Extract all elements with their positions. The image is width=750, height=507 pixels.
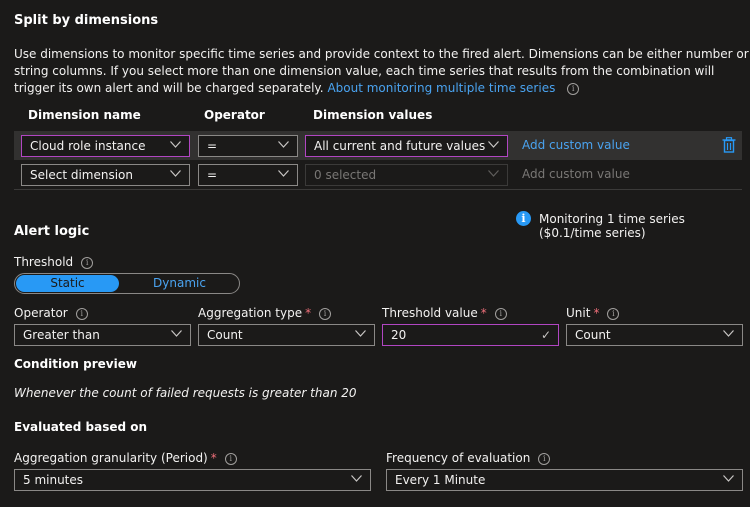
aggregation-type-label: Aggregation type * i — [198, 306, 332, 320]
dimension-values-value-2: 0 selected — [314, 168, 377, 182]
evaluated-title: Evaluated based on — [14, 420, 148, 434]
dimension-name-dropdown[interactable]: Cloud role instance — [21, 135, 190, 157]
alert-logic-title: Alert logic — [14, 224, 90, 239]
col-operator: Operator — [204, 108, 265, 122]
dynamic-option[interactable]: Dynamic — [121, 275, 238, 292]
aggregation-label-text: Aggregation type — [198, 306, 303, 320]
chevron-down-icon — [278, 170, 289, 177]
operator-dropdown-2[interactable]: = — [198, 164, 298, 186]
required-mark: * — [305, 306, 312, 320]
chevron-down-icon — [278, 141, 289, 148]
threshold-value-label-text: Threshold value — [382, 306, 478, 320]
info-icon[interactable]: i — [607, 307, 620, 320]
frequency-label-text: Frequency of evaluation — [386, 451, 531, 465]
info-icon[interactable]: i — [538, 452, 551, 465]
select-dimension-dropdown[interactable]: Select dimension — [21, 164, 190, 186]
operator-select-value: Greater than — [23, 328, 100, 342]
dimension-name-value: Cloud role instance — [30, 139, 146, 153]
unit-value: Count — [575, 328, 611, 342]
col-dimension-values: Dimension values — [313, 108, 433, 122]
unit-label: Unit * i — [566, 306, 620, 320]
granularity-label-text: Aggregation granularity (Period) — [14, 451, 208, 465]
check-icon: ✓ — [540, 328, 551, 342]
chevron-down-icon — [355, 330, 366, 337]
threshold-label-text: Threshold — [14, 255, 74, 269]
chevron-down-icon — [351, 475, 362, 482]
chevron-down-icon — [170, 170, 181, 177]
aggregation-type-value: Count — [207, 328, 243, 342]
operator-value: = — [207, 139, 218, 153]
rows-divider — [14, 189, 742, 190]
info-icon[interactable]: i — [319, 307, 332, 320]
dimension-values-dropdown[interactable]: All current and future values — [305, 135, 508, 157]
info-icon[interactable]: i — [494, 307, 507, 320]
aggregation-type-select[interactable]: Count — [198, 324, 375, 346]
unit-select[interactable]: Count — [566, 324, 743, 346]
add-custom-value-link[interactable]: Add custom value — [522, 138, 630, 152]
chevron-down-icon — [488, 170, 499, 177]
split-title: Split by dimensions — [14, 13, 159, 28]
operator-value-2: = — [207, 168, 218, 182]
chevron-down-icon — [170, 141, 181, 148]
select-dimension-value: Select dimension — [30, 168, 133, 182]
monitoring-info-text: Monitoring 1 time series ($0.1/time seri… — [539, 212, 685, 240]
required-mark: * — [480, 306, 487, 320]
threshold-value-input[interactable]: 20 ✓ — [382, 324, 559, 346]
condition-preview-text: Whenever the count of failed requests is… — [14, 386, 357, 400]
required-mark: * — [593, 306, 600, 320]
operator-select[interactable]: Greater than — [14, 324, 191, 346]
threshold-toggle[interactable]: Static Dynamic — [14, 273, 240, 294]
info-icon[interactable]: i — [81, 256, 94, 269]
frequency-select[interactable]: Every 1 Minute — [386, 469, 743, 491]
dimension-values-value: All current and future values — [314, 139, 486, 153]
dimension-values-dropdown-2: 0 selected — [305, 164, 508, 186]
threshold-value-label: Threshold value * i — [382, 306, 507, 320]
condition-preview-title: Condition preview — [14, 357, 137, 371]
delete-icon[interactable] — [722, 137, 736, 153]
granularity-value: 5 minutes — [23, 473, 84, 487]
info-icon[interactable]: i — [75, 307, 88, 320]
static-option[interactable]: Static — [16, 275, 119, 292]
granularity-select[interactable]: 5 minutes — [14, 469, 371, 491]
about-monitoring-link[interactable]: About monitoring multiple time series — [327, 81, 555, 95]
operator-label: Operator i — [14, 306, 88, 320]
chevron-down-icon — [723, 330, 734, 337]
split-description: Use dimensions to monitor specific time … — [14, 46, 749, 97]
chevron-down-icon — [723, 475, 734, 482]
add-custom-value-disabled: Add custom value — [522, 167, 630, 181]
frequency-value: Every 1 Minute — [395, 473, 486, 487]
frequency-label: Frequency of evaluation i — [386, 451, 551, 465]
info-icon[interactable]: i — [567, 82, 580, 95]
chevron-down-icon — [171, 330, 182, 337]
granularity-label: Aggregation granularity (Period) * i — [14, 451, 237, 465]
threshold-label: Threshold i — [14, 255, 94, 269]
required-mark: * — [210, 451, 217, 465]
operator-dropdown[interactable]: = — [198, 135, 298, 157]
unit-label-text: Unit — [566, 306, 591, 320]
info-icon[interactable]: i — [224, 452, 237, 465]
chevron-down-icon — [488, 141, 499, 148]
threshold-value-text: 20 — [391, 328, 407, 342]
col-dimension-name: Dimension name — [28, 108, 141, 122]
info-filled-icon: i — [516, 211, 531, 226]
operator-label-text: Operator — [14, 306, 68, 320]
